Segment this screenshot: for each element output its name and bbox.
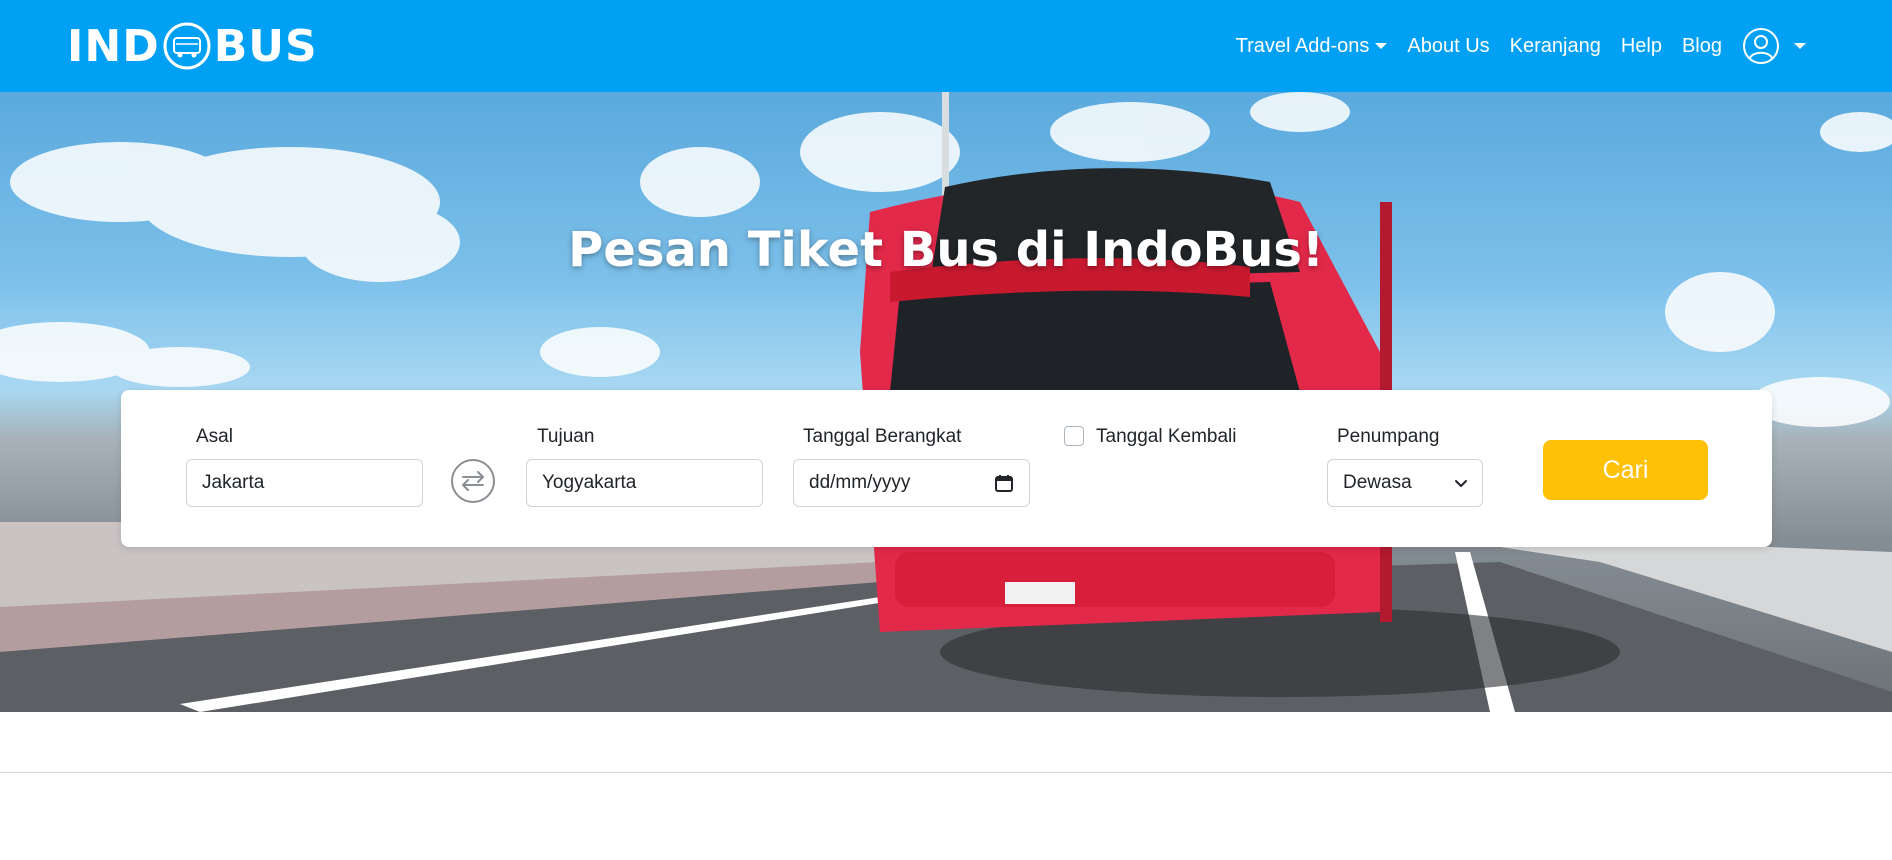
swap-button[interactable]	[451, 459, 495, 503]
brand-logo[interactable]: IND BUS	[67, 20, 318, 72]
penumpang-value: Dewasa	[1343, 472, 1412, 493]
user-circle-icon	[1743, 28, 1779, 64]
brand-text-left: IND	[67, 20, 160, 72]
caret-down-icon	[1794, 43, 1806, 49]
tujuan-label: Tujuan	[537, 426, 595, 447]
user-menu-toggle[interactable]	[1742, 27, 1806, 65]
penumpang-select[interactable]: Dewasa	[1327, 459, 1483, 507]
swap-arrows-icon	[462, 471, 484, 491]
bus-logo-icon	[163, 22, 211, 70]
section-divider	[0, 772, 1892, 773]
nav-keranjang[interactable]: Keranjang	[1510, 35, 1601, 58]
date-placeholder: dd/mm/yyyy	[809, 472, 911, 493]
calendar-icon[interactable]	[994, 473, 1014, 493]
tanggal-berangkat-label: Tanggal Berangkat	[803, 426, 962, 447]
nav-help[interactable]: Help	[1621, 35, 1662, 58]
penumpang-label: Penumpang	[1337, 426, 1440, 447]
caret-down-icon	[1375, 43, 1388, 49]
tanggal-kembali-label: Tanggal Kembali	[1096, 426, 1237, 447]
asal-label: Asal	[196, 426, 233, 447]
tujuan-input[interactable]: Yogyakarta	[526, 459, 763, 507]
tanggal-kembali-checkbox[interactable]	[1064, 426, 1084, 446]
nav-travel-addons[interactable]: Travel Add-ons	[1236, 35, 1388, 58]
chevron-down-icon	[1455, 480, 1467, 487]
asal-input[interactable]: Jakarta	[186, 459, 423, 507]
brand-text-right: BUS	[213, 20, 318, 72]
nav-about-us[interactable]: About Us	[1407, 35, 1489, 58]
nav-blog[interactable]: Blog	[1682, 35, 1722, 58]
nav-travel-addons-label: Travel Add-ons	[1235, 34, 1370, 57]
nav-menu: Travel Add-ons About Us Keranjang Help B…	[1236, 27, 1806, 65]
tanggal-berangkat-input[interactable]: dd/mm/yyyy	[793, 459, 1030, 507]
hero-title: Pesan Tiket Bus di IndoBus!	[568, 222, 1324, 278]
navbar: IND BUS Travel Add-ons About Us Keranjan…	[0, 0, 1892, 92]
cari-button[interactable]: Cari	[1543, 440, 1708, 500]
